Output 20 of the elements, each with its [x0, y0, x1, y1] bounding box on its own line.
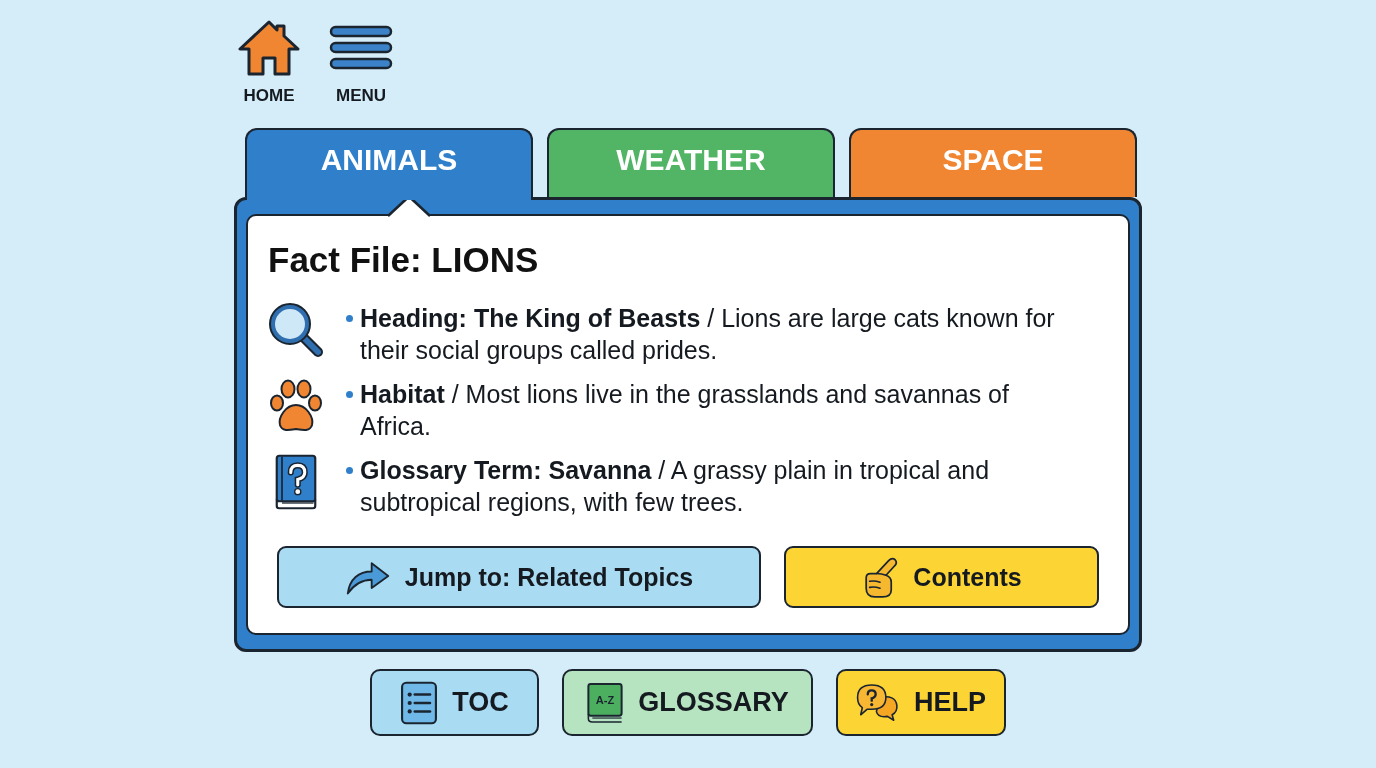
- bullet-icon: [346, 315, 353, 322]
- bullet-icon: [346, 467, 353, 474]
- nav-button[interactable]: HOME: [236, 18, 302, 106]
- fact-text: Heading: The King of Beasts / Lions are large cats known for their social groups called prides.: [360, 303, 1056, 366]
- action-button[interactable]: Contents: [784, 546, 1099, 608]
- action-button[interactable]: Jump to: Related Topics: [277, 546, 761, 608]
- list-icon: [400, 680, 439, 725]
- nav-button[interactable]: MENU: [328, 18, 394, 106]
- category-tab[interactable]: ANIMALS: [245, 128, 533, 200]
- paw-icon: [268, 378, 324, 434]
- toolbar-button[interactable]: A-Z GLOSSARY: [562, 669, 813, 736]
- speech-bubbles-icon: [856, 682, 900, 723]
- toolbar-button[interactable]: HELP: [836, 669, 1006, 736]
- bullet-icon: [346, 391, 353, 398]
- toolbar-button[interactable]: TOC: [370, 669, 539, 736]
- fact-text: Habitat / Most lions live in the grasslands and savannas of Africa.: [360, 379, 1010, 442]
- magnifier-icon: [268, 302, 324, 358]
- fact-text: Glossary Term: Savanna / A grassy plain in tropical and subtropical regions, with few trees.: [360, 455, 991, 518]
- fact-title: Fact File: LIONS: [268, 239, 540, 281]
- house-icon: [237, 18, 301, 78]
